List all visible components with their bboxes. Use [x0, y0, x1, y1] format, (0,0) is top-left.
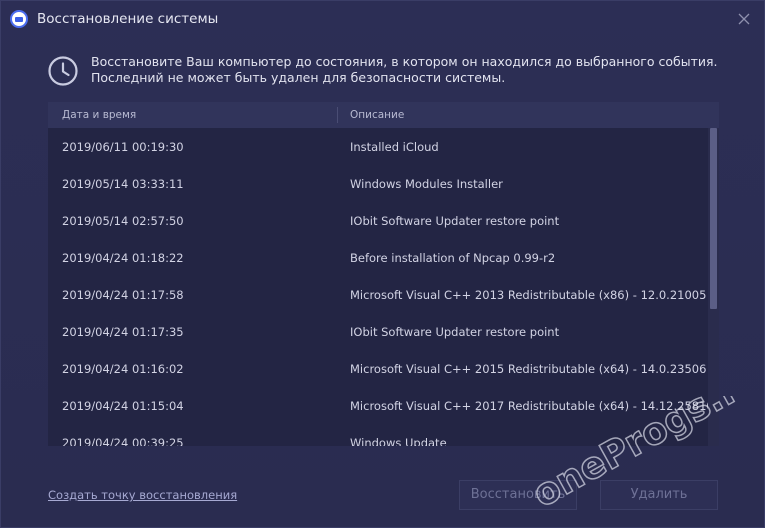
- delete-button[interactable]: Удалить: [600, 480, 718, 510]
- table-row[interactable]: 2019/04/24 01:17:35 IObit Software Updat…: [48, 313, 708, 350]
- create-restore-point-link[interactable]: Создать точку восстановления: [48, 488, 237, 502]
- table-row[interactable]: 2019/04/24 00:39:25 Windows Update: [48, 424, 708, 446]
- row-description: Microsoft Visual C++ 2017 Redistributabl…: [350, 399, 708, 413]
- row-date: 2019/06/11 00:19:30: [62, 140, 184, 154]
- row-description: Microsoft Visual C++ 2013 Redistributabl…: [350, 288, 707, 302]
- close-icon: [738, 13, 750, 25]
- row-description: IObit Software Updater restore point: [350, 214, 560, 228]
- table-header: Дата и время Описание: [48, 102, 719, 128]
- table-row[interactable]: 2019/04/24 01:16:02 Microsoft Visual C++…: [48, 350, 708, 387]
- info-banner: Восстановите Ваш компьютер до состояния,…: [47, 53, 727, 89]
- row-description: Microsoft Visual C++ 2015 Redistributabl…: [350, 362, 707, 376]
- row-description: IObit Software Updater restore point: [350, 325, 560, 339]
- app-logo-icon: [10, 10, 28, 28]
- table-row[interactable]: 2019/05/14 02:57:50 IObit Software Updat…: [48, 202, 708, 239]
- info-text: Восстановите Ваш компьютер до состояния,…: [91, 54, 717, 86]
- restore-points-table: Дата и время Описание 2019/06/11 00:19:3…: [48, 102, 719, 446]
- table-body: 2019/06/11 00:19:30 Installed iCloud 201…: [48, 128, 708, 446]
- table-row[interactable]: 2019/04/24 01:17:58 Microsoft Visual C++…: [48, 276, 708, 313]
- table-row[interactable]: 2019/06/11 00:19:30 Installed iCloud: [48, 128, 708, 165]
- table-row[interactable]: 2019/04/24 01:15:04 Microsoft Visual C++…: [48, 387, 708, 424]
- row-date: 2019/04/24 01:17:58: [62, 288, 184, 302]
- system-restore-window: Восстановление системы Восстановите Ваш …: [0, 0, 765, 528]
- close-button[interactable]: [732, 7, 756, 31]
- restore-button[interactable]: Восстановить: [459, 480, 577, 510]
- row-date: 2019/04/24 01:15:04: [62, 399, 184, 413]
- table-row[interactable]: 2019/05/14 03:33:11 Windows Modules Inst…: [48, 165, 708, 202]
- row-date: 2019/05/14 02:57:50: [62, 214, 184, 228]
- title-bar: Восстановление системы: [1, 1, 764, 37]
- row-date: 2019/04/24 01:18:22: [62, 251, 184, 265]
- column-separator[interactable]: [337, 107, 338, 123]
- row-date: 2019/04/24 01:17:35: [62, 325, 184, 339]
- row-description: Windows Modules Installer: [350, 177, 503, 191]
- clock-icon: [48, 56, 78, 86]
- row-description: Installed iCloud: [350, 140, 439, 154]
- info-line-1: Восстановите Ваш компьютер до состояния,…: [91, 54, 718, 69]
- row-date: 2019/05/14 03:33:11: [62, 177, 184, 191]
- info-line-2: Последний не может быть удален для безоп…: [91, 70, 506, 85]
- row-description: Windows Update: [350, 436, 447, 446]
- column-header-date[interactable]: Дата и время: [62, 109, 136, 121]
- row-description: Before installation of Npcap 0.99-r2: [350, 251, 556, 265]
- window-title: Восстановление системы: [37, 11, 219, 27]
- scrollbar-thumb[interactable]: [710, 128, 717, 309]
- column-header-description[interactable]: Описание: [350, 109, 404, 121]
- row-date: 2019/04/24 01:16:02: [62, 362, 184, 376]
- table-row[interactable]: 2019/04/24 01:18:22 Before installation …: [48, 239, 708, 276]
- table-scrollbar[interactable]: [708, 128, 719, 446]
- row-date: 2019/04/24 00:39:25: [62, 436, 184, 446]
